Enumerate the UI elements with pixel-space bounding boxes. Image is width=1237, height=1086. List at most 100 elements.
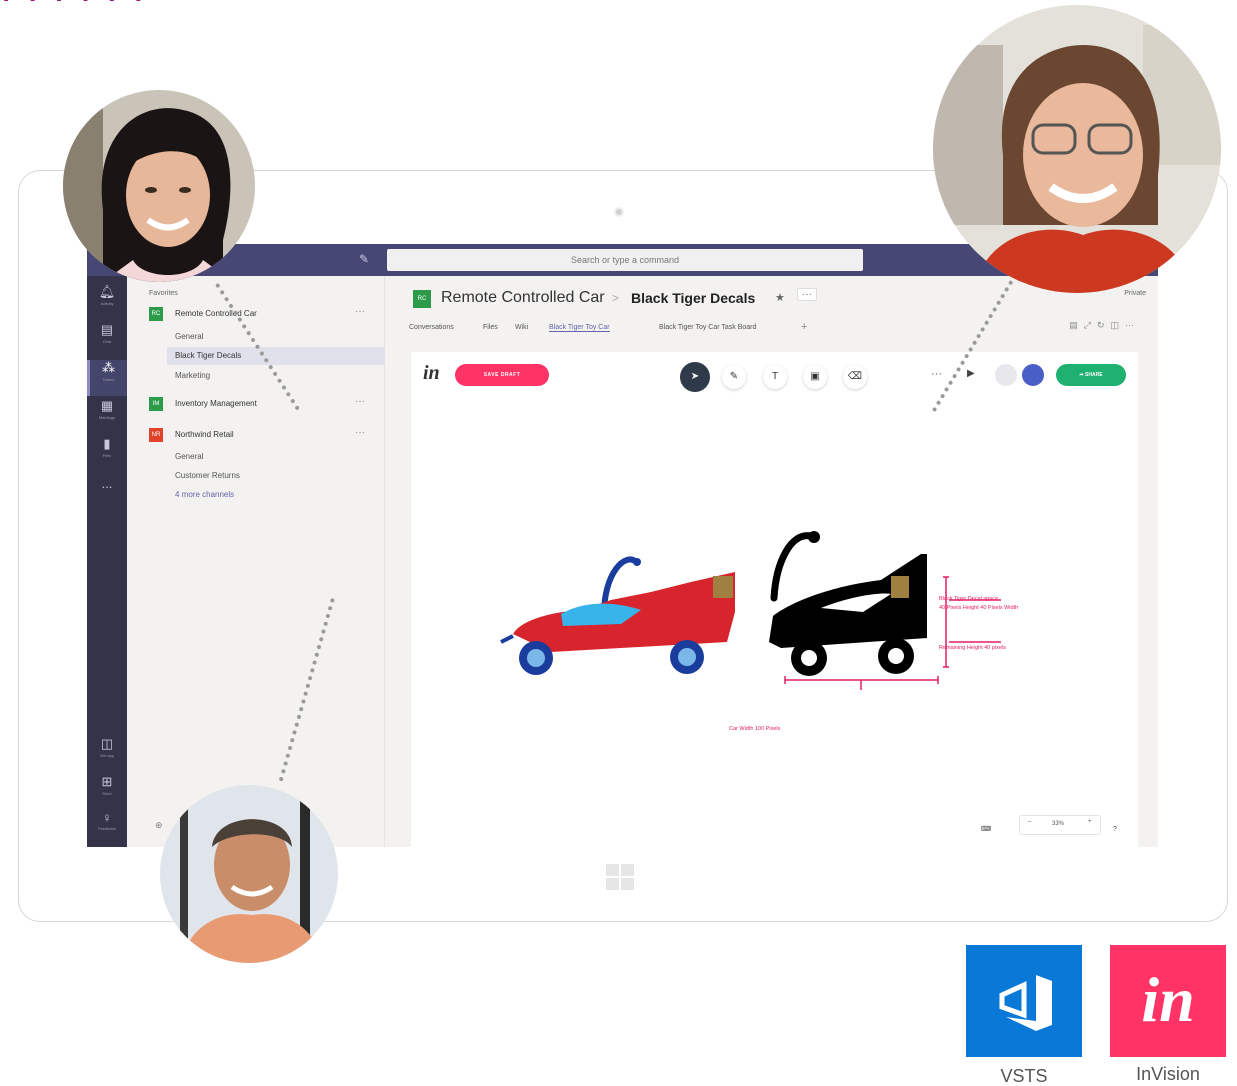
rail-more[interactable]: ... xyxy=(87,476,127,512)
channel-list: Favorites RC Remote Controlled Car ··· G… xyxy=(127,276,385,847)
rail-teams[interactable]: ⁂ Teams xyxy=(87,360,127,396)
favorites-label: Favorites xyxy=(149,290,178,297)
add-team-icon[interactable]: ⊕ xyxy=(155,820,163,831)
privacy-badge: Private xyxy=(1124,290,1146,297)
team-avatar: RC xyxy=(149,307,163,321)
marketing-stage: ı ı ı ı ı ı ✎ Search or type a command 🔔… xyxy=(0,0,1237,1086)
eraser-tool[interactable]: ⌫ xyxy=(843,365,867,389)
tab-files[interactable]: Files xyxy=(483,324,498,331)
decal-space-annotation: Black Tiger Decal space xyxy=(939,596,998,602)
app-rail: 🔔︎ Activity ▤ Chat ⁂ Teams ▦ Meetings ▮ Files… xyxy=(87,276,127,847)
tab-conversations[interactable]: Conversations xyxy=(409,324,454,331)
more-channels-link[interactable]: 4 more channels xyxy=(175,486,234,504)
pen-icon: ✎ xyxy=(729,371,739,382)
channel-customer-returns[interactable]: Customer Returns xyxy=(175,467,240,485)
image-tool[interactable]: ▣ xyxy=(803,365,827,389)
invision-tile[interactable]: in xyxy=(1110,945,1226,1057)
rail-files[interactable]: ▮ Files xyxy=(87,436,127,472)
refresh-icon[interactable]: ↻ xyxy=(1097,320,1111,330)
compose-icon[interactable]: ✎ xyxy=(359,252,373,266)
vsts-icon xyxy=(999,975,1052,1031)
tablet-camera xyxy=(614,207,624,217)
text-icon: T xyxy=(771,371,779,382)
collaborator-avatar[interactable] xyxy=(995,364,1017,386)
channel-general[interactable]: General xyxy=(175,328,203,346)
vsts-tile[interactable] xyxy=(966,945,1082,1057)
car-width-annotation: Car Width 100 Pixels xyxy=(729,726,781,732)
invision-canvas[interactable]: in SAVE DRAFT ➤ ✎ T ▣ ⌫ ··· ▶ ➦ SHARE Bl… xyxy=(411,352,1138,847)
text-tool[interactable]: T xyxy=(763,365,787,389)
search-input[interactable]: Search or type a command xyxy=(387,249,863,271)
header-channel-name: Black Tiger Decals xyxy=(631,290,756,306)
favorite-star-icon[interactable]: ★ xyxy=(775,291,785,304)
chat-icon: ▤ xyxy=(100,322,114,337)
rail-chat[interactable]: ▤ Chat xyxy=(87,322,127,358)
tab-black-tiger-toy-car[interactable]: Black Tiger Toy Car xyxy=(549,324,610,332)
header-more-button[interactable]: ··· xyxy=(797,288,817,301)
zoom-out-button[interactable]: – xyxy=(1028,819,1031,825)
image-icon: ▣ xyxy=(810,371,820,382)
colored-car-drawing xyxy=(500,556,735,675)
help-button[interactable]: ? xyxy=(1113,826,1117,833)
tab-task-board[interactable]: Black Tiger Toy Car Task Board xyxy=(659,324,756,331)
channel-general[interactable]: General xyxy=(175,448,203,466)
zoom-control: – 33% + xyxy=(1019,815,1101,835)
channel-content: RC Remote Controlled Car > Black Tiger D… xyxy=(385,276,1158,847)
more-button[interactable]: ··· xyxy=(931,368,942,380)
team-avatar: NR xyxy=(149,428,163,442)
rail-activity[interactable]: 🔔︎ Activity xyxy=(87,284,127,320)
windows-logo-icon xyxy=(606,864,634,890)
team-more-button[interactable]: ··· xyxy=(355,424,365,442)
chat-toggle-icon[interactable]: ▤ xyxy=(1069,320,1084,330)
share-button[interactable]: ➦ SHARE xyxy=(1056,364,1126,386)
team-name: Inventory Management xyxy=(175,399,257,408)
vsts-label: VSTS xyxy=(1000,1066,1048,1086)
team-name: Remote Controlled Car xyxy=(175,309,257,318)
black-car-drawing xyxy=(769,531,927,676)
add-tab-button[interactable]: + xyxy=(801,321,807,333)
team-inventory-management[interactable]: IM Inventory Management ··· xyxy=(149,395,377,413)
pointer-tool[interactable]: ➤ xyxy=(680,362,710,392)
zoom-level: 33% xyxy=(1052,821,1065,827)
store-icon: ◫ xyxy=(100,736,114,751)
keyboard-icon[interactable]: ⌨ xyxy=(981,825,991,833)
rail-get-app[interactable]: ◫ Get app xyxy=(87,736,127,772)
invision-label: InVision xyxy=(1136,1064,1200,1084)
channel-marketing[interactable]: Marketing xyxy=(175,367,210,385)
apps-icon: ⊞ xyxy=(101,774,113,789)
tab-wiki[interactable]: Wiki xyxy=(515,324,528,331)
header-tools: ▤⤢↻◫⋯ xyxy=(1069,320,1140,331)
breadcrumb-separator: > xyxy=(612,291,620,305)
rail-feedback[interactable]: ♀ Feedback xyxy=(87,810,127,846)
pen-tool[interactable]: ✎ xyxy=(722,365,746,389)
team-northwind-retail[interactable]: NR Northwind Retail ··· xyxy=(149,426,377,444)
expand-icon[interactable]: ⤢ xyxy=(1084,320,1097,330)
feedback-icon: ♀ xyxy=(102,810,112,825)
header-team-name[interactable]: Remote Controlled Car xyxy=(441,289,605,307)
bell-icon: 🔔︎ xyxy=(98,284,116,299)
rail-meetings[interactable]: ▦ Meetings xyxy=(87,398,127,434)
team-remote-controlled-car[interactable]: RC Remote Controlled Car ··· xyxy=(149,305,377,323)
current-user-avatar[interactable] xyxy=(1022,364,1044,386)
pointer-icon: ➤ xyxy=(690,371,700,382)
team-more-button[interactable]: ··· xyxy=(355,303,365,321)
avatar-woman-right xyxy=(933,5,1221,293)
popout-icon[interactable]: ◫ xyxy=(1110,320,1125,330)
team-avatar: IM xyxy=(149,397,163,411)
banner-fragment: ı ı ı ı ı ı xyxy=(0,0,145,12)
team-more-button[interactable]: ··· xyxy=(355,393,365,411)
channel-black-tiger-decals[interactable]: Black Tiger Decals xyxy=(167,347,385,365)
teams-icon: ⁂ xyxy=(102,360,115,375)
play-icon[interactable]: ▶ xyxy=(967,368,975,379)
invision-tile-logo: in xyxy=(1141,964,1195,1035)
files-icon: ▮ xyxy=(103,436,111,451)
share-label: SHARE xyxy=(1085,372,1103,378)
save-draft-button[interactable]: SAVE DRAFT xyxy=(455,364,549,386)
zoom-in-button[interactable]: + xyxy=(1088,819,1092,825)
rail-store[interactable]: ⊞ Store xyxy=(87,774,127,810)
meetings-icon: ▦ xyxy=(100,398,114,413)
more-icon: ... xyxy=(101,476,113,491)
avatar-woman-left xyxy=(63,90,255,282)
more-options-icon[interactable]: ⋯ xyxy=(1125,320,1140,330)
remaining-height-annotation: Remaining Height 40 pixels xyxy=(939,645,1006,651)
